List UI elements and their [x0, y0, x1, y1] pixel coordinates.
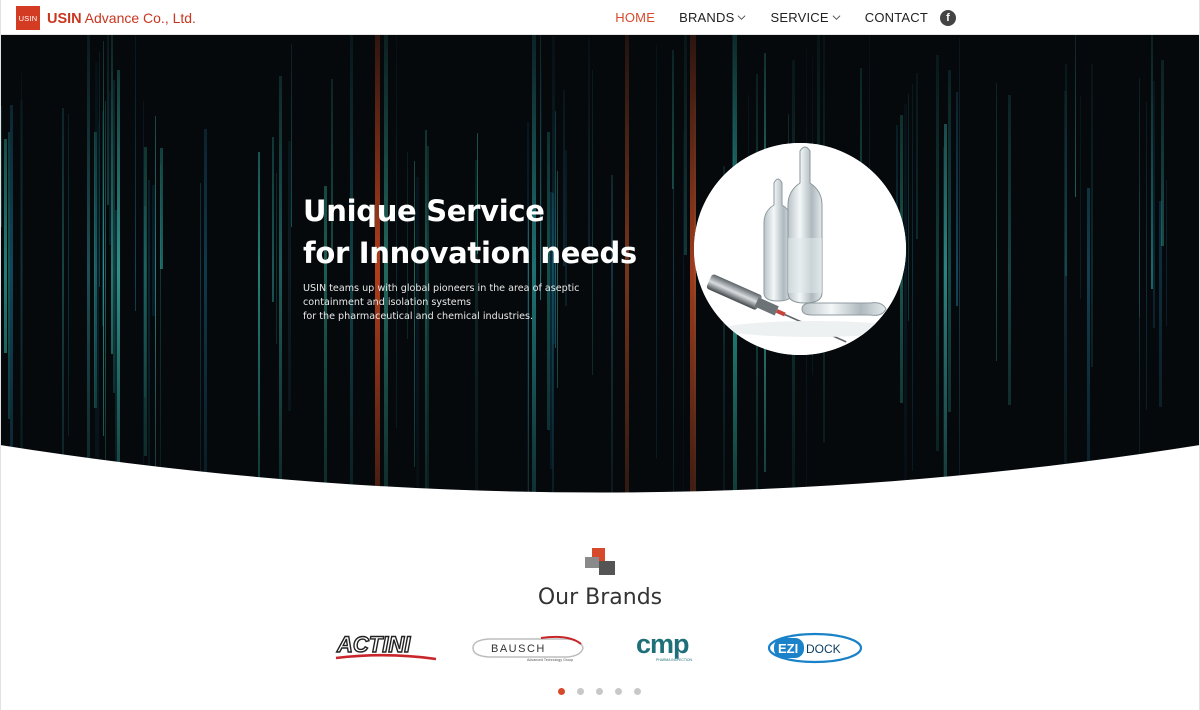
logo-name: USIN	[47, 10, 82, 27]
hero-bottom-curve	[0, 445, 1200, 503]
actini-logo-mark: ACTINI	[335, 631, 437, 661]
bausch-tagline: Advanced Technology Group	[527, 658, 573, 662]
page-frame-left	[0, 0, 1, 710]
nav-brands[interactable]: BRANDS	[679, 10, 746, 25]
brand-ezidock-logo[interactable]: EZI DOCK	[766, 628, 864, 666]
chevron-down-icon	[738, 15, 746, 20]
ezidock-logo-mark: EZI DOCK	[767, 632, 863, 664]
nav-contact-label: CONTACT	[864, 10, 928, 25]
logo-subtitle: Advance Co., Ltd.	[84, 9, 196, 26]
nav-brands-label: BRANDS	[679, 10, 735, 25]
nav-home-label: HOME	[615, 10, 656, 25]
ezidock-logo-text-ezi: EZI	[778, 641, 798, 656]
bausch-logo-text: BAUSCH	[491, 643, 546, 655]
cmp-logo-text: cmp	[636, 629, 689, 659]
actini-logo-text: ACTINI	[336, 632, 411, 657]
hero-banner: Unique Service for Innovation needs USIN…	[0, 35, 1200, 503]
cmp-tagline: PHARMA INSPECTION	[656, 658, 693, 662]
brand-cmp-logo[interactable]: cmp PHARMA INSPECTION	[634, 628, 708, 666]
carousel-dot[interactable]	[596, 688, 603, 695]
brands-title: Our Brands	[537, 585, 663, 610]
brand-actini-logo[interactable]: ACTINI	[334, 628, 438, 666]
brand-bausch-logo[interactable]: BAUSCH Advanced Technology Group	[469, 628, 587, 666]
nav-contact[interactable]: CONTACT	[865, 10, 928, 25]
site-header: USIN USIN Advance Co., Ltd. HOME BRANDS S…	[0, 0, 1200, 35]
facebook-icon[interactable]: f	[940, 9, 956, 26]
bausch-logo-mark: BAUSCH Advanced Technology Group	[472, 635, 584, 662]
ezidock-logo-text-dock: DOCK	[806, 642, 841, 656]
carousel-dot[interactable]	[634, 688, 641, 695]
carousel-dot[interactable]	[615, 688, 622, 695]
facebook-glyph: f	[946, 11, 950, 24]
carousel-dot[interactable]	[577, 688, 584, 695]
nav-service[interactable]: SERVICE	[770, 10, 841, 25]
chevron-down-icon	[832, 15, 841, 20]
carousel-dot[interactable]	[558, 688, 565, 695]
nav-service-label: SERVICE	[770, 10, 829, 25]
site-logo[interactable]: USIN USIN Advance Co., Ltd.	[16, 6, 196, 30]
main-nav: HOME BRANDS SERVICE CONTACT f	[615, 0, 1200, 35]
cmp-logo-mark: cmp PHARMA INSPECTION	[636, 629, 693, 662]
brands-carousel-pagination	[558, 688, 653, 695]
logo-text: USIN Advance Co., Ltd.	[47, 10, 196, 27]
logo-mark: USIN	[16, 6, 40, 30]
nav-home[interactable]: HOME	[615, 10, 655, 25]
brands-squares-icon	[585, 548, 615, 575]
